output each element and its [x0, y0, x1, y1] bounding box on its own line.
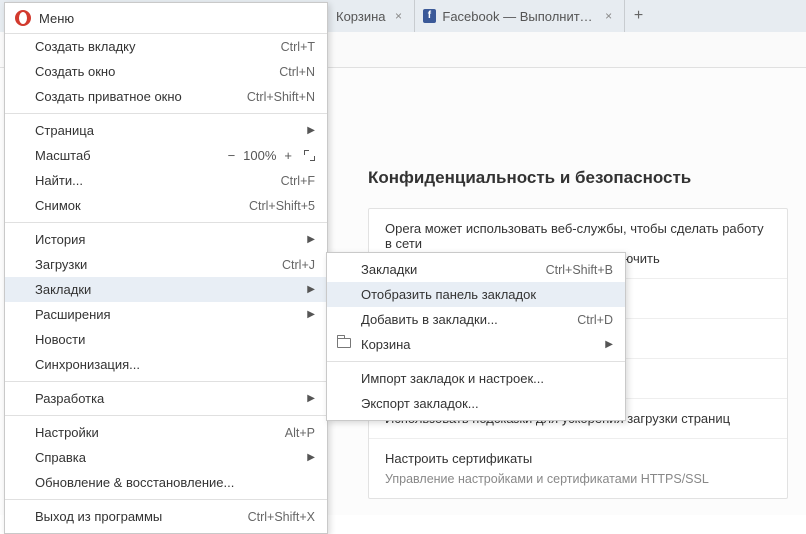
tab-2[interactable]: f Facebook — Выполните в ×: [415, 0, 625, 32]
menu-item-label: Найти...: [35, 173, 83, 188]
section-heading: Конфиденциальность и безопасность: [368, 168, 788, 188]
menu-bookmarks[interactable]: Закладки ▶: [5, 277, 327, 302]
menu-sync[interactable]: Синхронизация...: [5, 352, 327, 377]
close-icon[interactable]: ×: [392, 9, 406, 23]
tab-1-label: Корзина: [336, 9, 386, 24]
folder-icon: [337, 338, 351, 348]
menu-item-shortcut: Ctrl+Shift+N: [247, 90, 315, 104]
menu-item-shortcut: Ctrl+T: [281, 40, 315, 54]
menu-item-shortcut: Ctrl+J: [282, 258, 315, 272]
menu-find[interactable]: Найти... Ctrl+F: [5, 168, 327, 193]
menu-separator: [5, 113, 327, 114]
tab-1[interactable]: Корзина ×: [328, 0, 415, 32]
menu-item-shortcut: Ctrl+D: [577, 313, 613, 327]
menu-separator: [5, 415, 327, 416]
menu-new-tab[interactable]: Создать вкладку Ctrl+T: [5, 34, 327, 59]
menu-item-shortcut: Ctrl+N: [279, 65, 315, 79]
submenu-import[interactable]: Импорт закладок и настроек...: [327, 366, 625, 391]
zoom-controls: − 100% +: [228, 148, 315, 163]
menu-item-label: Создать вкладку: [35, 39, 136, 54]
menu-downloads[interactable]: Загрузки Ctrl+J: [5, 252, 327, 277]
submenu-add-bookmark[interactable]: Добавить в закладки... Ctrl+D: [327, 307, 625, 332]
menu-update[interactable]: Обновление & восстановление...: [5, 470, 327, 495]
facebook-icon: f: [423, 9, 437, 23]
settings-row-certs[interactable]: Настроить сертификаты: [369, 438, 787, 468]
main-menu: Меню Создать вкладку Ctrl+T Создать окно…: [4, 2, 328, 534]
submenu-trash[interactable]: Корзина ▶: [327, 332, 625, 357]
fullscreen-icon[interactable]: [304, 150, 315, 161]
menu-extensions[interactable]: Расширения ▶: [5, 302, 327, 327]
menu-item-label: Расширения: [35, 307, 111, 322]
menu-item-label: Обновление & восстановление...: [35, 475, 234, 490]
menu-item-label: Справка: [35, 450, 86, 465]
chevron-right-icon: ▶: [307, 309, 315, 320]
menu-snapshot[interactable]: Снимок Ctrl+Shift+5: [5, 193, 327, 218]
menu-item-label: Загрузки: [35, 257, 87, 272]
menu-separator: [5, 381, 327, 382]
menu-item-shortcut: Ctrl+Shift+5: [249, 199, 315, 213]
menu-new-window[interactable]: Создать окно Ctrl+N: [5, 59, 327, 84]
menu-item-shortcut: Ctrl+Shift+X: [248, 510, 315, 524]
menu-exit[interactable]: Выход из программы Ctrl+Shift+X: [5, 504, 327, 529]
menu-separator: [327, 361, 625, 362]
menu-item-label: Новости: [35, 332, 85, 347]
chevron-right-icon: ▶: [307, 125, 315, 136]
menu-page[interactable]: Страница ▶: [5, 118, 327, 143]
chevron-right-icon: ▶: [307, 452, 315, 463]
chevron-right-icon: ▶: [307, 393, 315, 404]
chevron-right-icon: ▶: [605, 339, 613, 350]
menu-separator: [5, 222, 327, 223]
menu-item-label: Экспорт закладок...: [361, 396, 479, 411]
menu-item-label: Добавить в закладки...: [361, 312, 498, 327]
chevron-right-icon: ▶: [307, 234, 315, 245]
tab-2-label: Facebook — Выполните в: [442, 9, 595, 24]
menu-item-shortcut: Ctrl+Shift+B: [546, 263, 613, 277]
menu-item-label: Выход из программы: [35, 509, 162, 524]
menu-item-label: Закладки: [361, 262, 417, 277]
menu-item-shortcut: Alt+P: [285, 426, 315, 440]
menu-history[interactable]: История ▶: [5, 227, 327, 252]
menu-help[interactable]: Справка ▶: [5, 445, 327, 470]
menu-item-label: Создать приватное окно: [35, 89, 182, 104]
menu-item-label: Импорт закладок и настроек...: [361, 371, 544, 386]
menu-item-label: Снимок: [35, 198, 81, 213]
menu-separator: [5, 499, 327, 500]
menu-news[interactable]: Новости: [5, 327, 327, 352]
menu-item-shortcut: Ctrl+F: [281, 174, 315, 188]
menu-item-label: Синхронизация...: [35, 357, 140, 372]
menu-zoom[interactable]: Масштаб − 100% +: [5, 143, 327, 168]
settings-row-certs-sub: Управление настройками и сертификатами H…: [369, 468, 787, 498]
menu-header[interactable]: Меню: [5, 3, 327, 34]
opera-icon: [15, 10, 31, 26]
close-icon[interactable]: ×: [602, 9, 616, 23]
menu-title: Меню: [39, 11, 74, 26]
menu-item-label: Страница: [35, 123, 94, 138]
zoom-in-button[interactable]: +: [284, 148, 292, 163]
menu-item-label: Масштаб: [35, 148, 91, 163]
menu-item-label: Корзина: [361, 337, 411, 352]
chevron-right-icon: ▶: [307, 284, 315, 295]
menu-item-label: Создать окно: [35, 64, 115, 79]
menu-item-label: Отобразить панель закладок: [361, 287, 536, 302]
bookmarks-submenu: Закладки Ctrl+Shift+B Отобразить панель …: [326, 252, 626, 421]
submenu-bookmarks[interactable]: Закладки Ctrl+Shift+B: [327, 257, 625, 282]
menu-item-label: Настройки: [35, 425, 99, 440]
submenu-export[interactable]: Экспорт закладок...: [327, 391, 625, 416]
settings-intro-line1: Opera может использовать веб-службы, что…: [385, 221, 771, 251]
menu-developer[interactable]: Разработка ▶: [5, 386, 327, 411]
zoom-value: 100%: [243, 148, 276, 163]
menu-new-private-window[interactable]: Создать приватное окно Ctrl+Shift+N: [5, 84, 327, 109]
menu-item-label: История: [35, 232, 85, 247]
menu-settings[interactable]: Настройки Alt+P: [5, 420, 327, 445]
new-tab-button[interactable]: +: [625, 0, 653, 32]
submenu-show-bookmarks-bar[interactable]: Отобразить панель закладок: [327, 282, 625, 307]
menu-item-label: Закладки: [35, 282, 91, 297]
menu-item-label: Разработка: [35, 391, 104, 406]
zoom-out-button[interactable]: −: [228, 148, 236, 163]
